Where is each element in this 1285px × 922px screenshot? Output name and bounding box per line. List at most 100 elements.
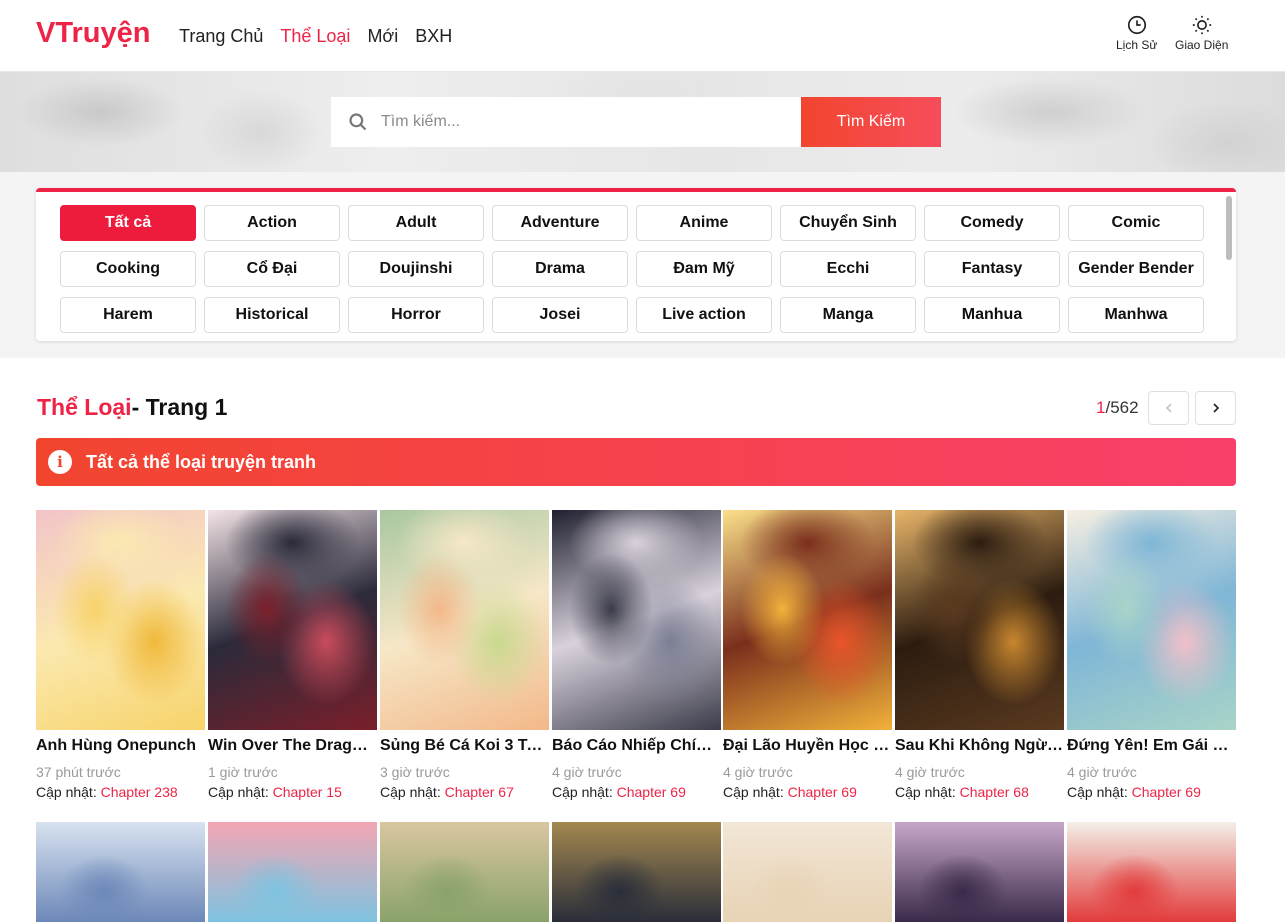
comic-update-line: Cập nhật: Chapter 69 [552,784,721,800]
genre-button[interactable]: Manhua [924,297,1060,333]
comic-cover[interactable] [1067,510,1236,730]
comic-cover[interactable] [895,822,1064,922]
comic-cover[interactable] [552,822,721,922]
genre-button[interactable]: Historical [204,297,340,333]
update-label: Cập nhật: [552,784,617,800]
comic-title[interactable]: Anh Hùng Onepunch [36,737,205,755]
theme-button[interactable]: Giao Diện [1175,14,1228,52]
update-label: Cập nhật: [208,784,273,800]
genre-button[interactable]: Chuyển Sinh [780,205,916,241]
genre-grid: Tất cả Action Adult Adventure Anime Chuyển Si… [60,205,1204,333]
comic-cover[interactable] [552,510,721,730]
genre-button[interactable]: Doujinshi [348,251,484,287]
genre-button[interactable]: Đam Mỹ [636,251,772,287]
genre-button[interactable]: Live action [636,297,772,333]
comic-card[interactable]: Báo Cáo Nhiếp Chính Vương 4 giờ trước Cập … [552,510,721,800]
comic-updated-time: 37 phút trước [36,764,121,780]
comic-updated-time: 4 giờ trước [552,764,622,780]
genre-button[interactable]: Manga [780,297,916,333]
history-button[interactable]: Lịch Sử [1116,14,1157,52]
genre-button[interactable]: Cổ Đại [204,251,340,287]
next-page-button[interactable] [1195,391,1236,425]
comic-cover[interactable] [723,822,892,922]
search-input[interactable] [381,97,791,147]
clock-icon [1127,15,1146,35]
update-label: Cập nhật: [380,784,445,800]
comic-card[interactable]: Đứng Yên! Em Gái Chúng Tôi 4 giờ trước Cập… [1067,510,1236,800]
genre-button[interactable]: Comic [1068,205,1204,241]
genre-button[interactable]: Ecchi [780,251,916,287]
comic-title[interactable]: Sau Khi Không Ngừng Tìm Đường Chết [895,737,1064,755]
genre-button[interactable]: Harem [60,297,196,333]
latest-chapter-link[interactable]: Chapter 67 [445,784,514,800]
comic-cover[interactable] [208,822,377,922]
comic-updated-time: 4 giờ trước [1067,764,1137,780]
genre-button[interactable]: Josei [492,297,628,333]
comic-updated-time: 4 giờ trước [895,764,965,780]
nav-genres[interactable]: Thể Loại [280,26,350,47]
genre-button[interactable]: Adventure [492,205,628,241]
info-banner-text: Tất cả thể loại truyện tranh [86,451,317,472]
prev-page-button[interactable] [1148,391,1189,425]
history-label: Lịch Sử [1116,38,1158,52]
comic-cover[interactable] [380,510,549,730]
genre-panel: Tất cả Action Adult Adventure Anime Chuyển Si… [36,188,1236,341]
comic-cover[interactable] [895,510,1064,730]
info-banner: i Tất cả thể loại truyện tranh [36,438,1236,486]
genre-button[interactable]: Tất cả [60,205,196,241]
comic-update-line: Cập nhật: Chapter 15 [208,784,377,800]
page-total: /562 [1105,398,1139,417]
comic-update-line: Cập nhật: Chapter 69 [723,784,892,800]
sun-icon [1192,15,1211,35]
comic-update-line: Cập nhật: Chapter 238 [36,784,205,800]
genre-button[interactable]: Action [204,205,340,241]
comic-card[interactable]: Sau Khi Không Ngừng Tìm Đường Chết 4 giờ … [895,510,1064,800]
genre-button[interactable]: Anime [636,205,772,241]
genre-button[interactable]: Horror [348,297,484,333]
genre-button[interactable]: Cooking [60,251,196,287]
comic-update-line: Cập nhật: Chapter 69 [1067,784,1236,800]
chevron-right-icon [1212,403,1219,413]
comic-cover[interactable] [723,510,892,730]
comic-card[interactable]: Sủng Bé Cá Koi 3 Tuổi Rưỡi 3 giờ trước Cập… [380,510,549,800]
page-indicator: 1/562 [1096,398,1139,418]
latest-chapter-link[interactable]: Chapter 238 [101,784,178,800]
search-button[interactable]: Tìm Kiếm [801,97,941,147]
latest-chapter-link[interactable]: Chapter 69 [1132,784,1201,800]
nav-home[interactable]: Trang Chủ [179,26,263,47]
genre-scrollbar[interactable] [1226,196,1232,260]
genre-button[interactable]: Gender Bender [1068,251,1204,287]
comic-card[interactable]: Đại Lão Huyền Học Xuống Núi 4 giờ trước Cậ… [723,510,892,800]
latest-chapter-link[interactable]: Chapter 68 [960,784,1029,800]
comic-title[interactable]: Báo Cáo Nhiếp Chính Vương [552,737,721,755]
comic-cover[interactable] [380,822,549,922]
search-icon [349,113,367,131]
page-title-genre: Thể Loại [37,394,132,420]
latest-chapter-link[interactable]: Chapter 15 [273,784,342,800]
comic-cover[interactable] [36,822,205,922]
page-title: Thể Loại- Trang 1 [37,394,227,421]
comic-card[interactable]: Win Over The Dragon Emperor 1 giờ trước Cậ… [208,510,377,800]
nav-ranking[interactable]: BXH [415,26,452,47]
comic-card[interactable]: Anh Hùng Onepunch 37 phút trước Cập nhật: … [36,510,205,800]
site-logo[interactable]: VTruyện [36,17,150,50]
comic-cover[interactable] [1067,822,1236,922]
latest-chapter-link[interactable]: Chapter 69 [617,784,686,800]
comic-title[interactable]: Sủng Bé Cá Koi 3 Tuổi Rưỡi [380,737,549,755]
comic-title[interactable]: Win Over The Dragon Emperor [208,737,377,755]
search-box [331,97,801,147]
genre-button[interactable]: Manhwa [1068,297,1204,333]
latest-chapter-link[interactable]: Chapter 69 [788,784,857,800]
genre-button[interactable]: Fantasy [924,251,1060,287]
nav-new[interactable]: Mới [367,26,398,47]
info-icon: i [48,450,72,474]
comic-title[interactable]: Đại Lão Huyền Học Xuống Núi [723,737,892,755]
genre-button[interactable]: Adult [348,205,484,241]
comic-cover[interactable] [36,510,205,730]
genre-button[interactable]: Drama [492,251,628,287]
site-header: VTruyện Trang Chủ Thể Loại Mới BXH Lịch … [0,0,1285,72]
comic-title[interactable]: Đứng Yên! Em Gái Chúng Tôi [1067,737,1236,755]
genre-button[interactable]: Comedy [924,205,1060,241]
comic-update-line: Cập nhật: Chapter 67 [380,784,549,800]
comic-cover[interactable] [208,510,377,730]
